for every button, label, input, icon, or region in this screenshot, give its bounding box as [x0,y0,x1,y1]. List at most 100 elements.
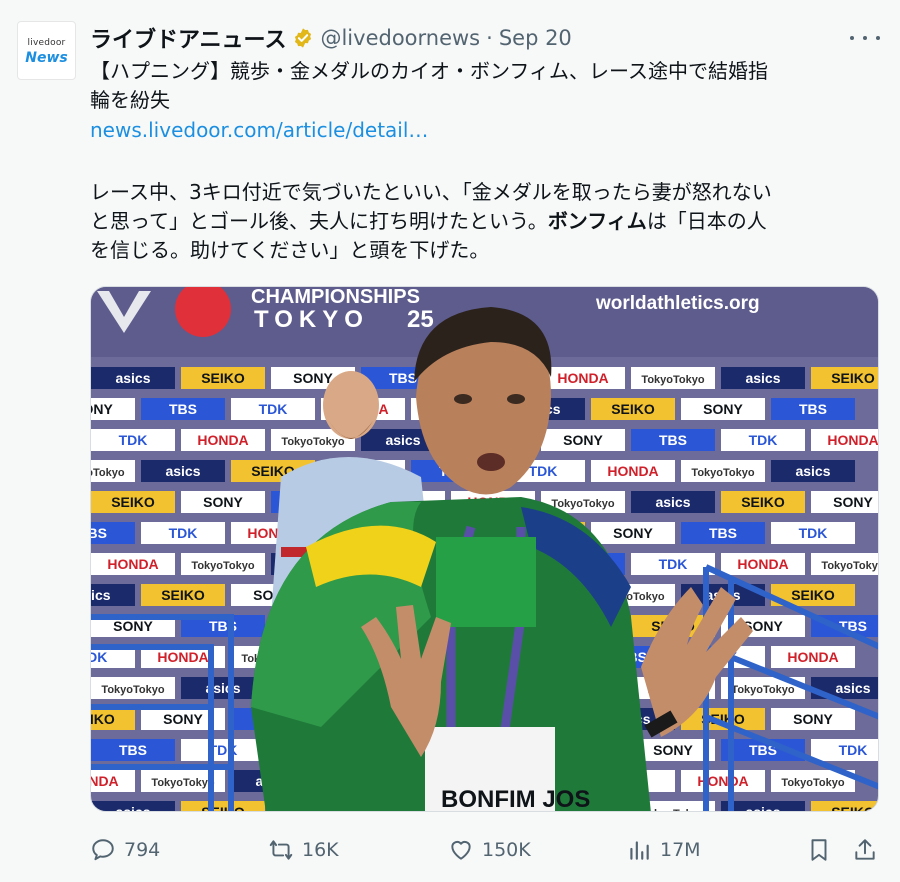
sponsor-logo-text: HONDA [557,370,608,386]
sponsor-logo-text: TDK [169,525,198,541]
sponsor-logo-text: TokyoTokyo [781,777,844,789]
views-count: 17M [660,839,701,861]
sponsor-logo-text: SONY [653,742,693,758]
repost-button[interactable]: 16K [268,832,339,868]
sponsor-logo-text: SONY [563,432,603,448]
sponsor-logo-text: TokyoTokyo [641,374,704,386]
sponsor-logo-text: TokyoTokyo [191,560,254,572]
banner-city-text: TOKYO [254,306,369,333]
sponsor-logo-text: TokyoTokyo [91,467,125,479]
reply-icon [92,839,114,861]
article-link[interactable]: news.livedoor.com/article/detail… [90,118,428,142]
account-name[interactable]: ライブドアニュース [90,22,286,54]
sponsor-logo-text: TBS [659,432,687,448]
tweet-body-line: を信じる。助けてください」と頭を下げた。 [90,238,490,262]
sponsor-logo-text: TokyoTokyo [731,684,794,696]
reply-button[interactable]: 794 [90,832,160,868]
sponsor-logo-text: SEIKO [201,804,245,812]
share-button[interactable] [852,832,878,868]
sponsor-logo-text: HONDA [197,432,248,448]
tweet-date[interactable]: Sep 20 [499,26,572,50]
sponsor-logo-text: SONY [163,711,203,727]
sponsor-logo-text: asics [91,587,111,603]
sponsor-logo-text: SEIKO [831,370,875,386]
sponsor-logo-text: TDK [119,432,148,448]
avatar[interactable]: livedoor News [17,21,76,80]
sponsor-logo-text: SEIKO [741,494,785,510]
sponsor-logo-text: SEIKO [831,804,875,812]
sponsor-logo-text: asics [655,494,690,510]
more-options-icon[interactable] [850,28,880,48]
sponsor-logo-text: TokyoTokyo [551,498,614,510]
sponsor-logo-text: TDK [749,432,778,448]
tweet-body-text: は「日本の人 [646,209,767,233]
share-icon [855,839,875,860]
sponsor-logo-text: SONY [833,494,873,510]
sponsor-logo-text: asics [115,370,150,386]
sponsor-logo-text: TokyoTokyo [281,436,344,448]
sponsor-logo-text: TBS [119,742,147,758]
verified-badge-icon [292,27,314,49]
reply-count: 794 [124,839,161,861]
repost-count: 16K [302,839,339,861]
banner-site-text: worldathletics.org [595,293,760,314]
sponsor-logo-text: SEIKO [111,494,155,510]
sponsor-logo-text: HONDA [827,432,878,448]
sponsor-logo-text: TokyoTokyo [641,808,704,812]
sponsor-logo-text: asics [165,463,200,479]
sponsor-logo-text: HONDA [107,556,158,572]
sponsor-logo-text: TokyoTokyo [691,467,754,479]
sponsor-logo-text: TokyoTokyo [151,777,214,789]
sponsor-logo-text: SEIKO [201,370,245,386]
sponsor-logo-text: asics [835,680,870,696]
sponsor-logo-text: TBS [709,525,737,541]
sponsor-logo-text: TDK [799,525,828,541]
tweet-body-line: と思って」とゴール後、夫人に打ち明けたという。ボンフィムは「日本の人 [90,207,870,236]
sponsor-logo-text: TBS [389,370,417,386]
sponsor-logo-text: SONY [293,370,333,386]
tweet-text-line: 【ハプニング】競歩・金メダルのカイオ・ボンフィム、レース途中で結婚指 [90,59,768,83]
tweet-actions: 794 16K 150K 17M [90,832,880,868]
sponsor-logo-text: TBS [91,525,107,541]
heart-icon [451,840,471,860]
sponsor-logo-text: TBS [169,401,197,417]
sponsor-logo-text: SONY [613,525,653,541]
tweet-header: ライブドアニュース @livedoornews · Sep 20 [90,22,572,54]
banner-championships-text: CHAMPIONSHIPS [251,287,420,308]
sponsor-logo-text: TDK [91,649,107,665]
bookmark-icon [811,839,827,861]
sponsor-logo-text: HONDA [157,649,208,665]
sponsor-logo-text: TDK [839,742,868,758]
sponsor-logo-text: HONDA [787,649,838,665]
tweet-photo[interactable]: CHAMPIONSHIPS TOKYO 25 worldathletics.or… [90,286,879,812]
athlete-bib-text: BONFIM JOS [441,786,590,812]
photo-illustration: CHAMPIONSHIPS TOKYO 25 worldathletics.or… [91,287,879,812]
views-chart-icon [630,841,649,860]
sponsor-logo-text: TokyoTokyo [101,684,164,696]
sponsor-logo-text: SONY [113,618,153,634]
sponsor-logo-text: TBS [799,401,827,417]
tweet-text-line: 輪を紛失 [90,88,170,112]
tweet-body-bold-name: ボンフィム [547,209,647,233]
repost-icon [269,840,293,860]
sponsor-logo-text: HONDA [737,556,788,572]
account-handle[interactable]: @livedoornews [320,26,480,50]
sponsor-logo-text: TDK [529,463,558,479]
views-button[interactable]: 17M [626,832,701,868]
avatar-brand-text: livedoor [27,38,66,48]
sponsor-logo-text: SEIKO [791,587,835,603]
sponsor-logo-text: asics [745,804,780,812]
sponsor-logo-text: SONY [91,401,113,417]
tweet-body-text: と思って」とゴール後、夫人に打ち明けたという。 [90,209,548,233]
sponsor-logo-text: SONY [793,711,833,727]
tweet-body-line: レース中、3キロ付近で気づいたといい、「金メダルを取ったら妻が怒れない [90,180,772,204]
sponsor-logo-text: asics [385,432,420,448]
sponsor-logo-text: SONY [703,401,743,417]
sponsor-logo-text: TDK [659,556,688,572]
sponsor-logo-text: SEIKO [91,711,115,727]
bookmark-button[interactable] [806,832,832,868]
like-button[interactable]: 150K [448,832,531,868]
avatar-news-text: News [25,50,68,66]
sponsor-logo-text: TokyoTokyo [821,560,879,572]
separator-dot: · [486,26,493,50]
